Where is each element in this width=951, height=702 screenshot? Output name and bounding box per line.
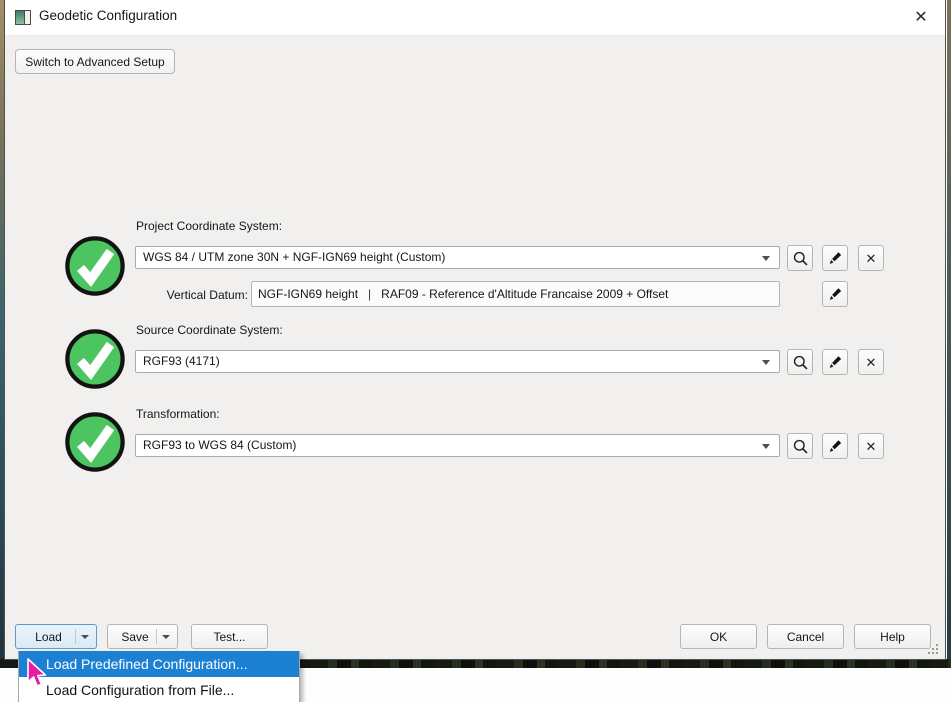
source-crs-edit-button[interactable] bbox=[822, 349, 848, 375]
close-x-icon: ✕ bbox=[866, 356, 877, 369]
switch-to-advanced-setup-button[interactable]: Switch to Advanced Setup bbox=[15, 49, 175, 74]
pen-icon bbox=[826, 437, 844, 455]
load-button-label: Load bbox=[16, 630, 75, 644]
vertical-datum-label: Vertical Datum: bbox=[136, 288, 248, 302]
search-icon bbox=[792, 250, 809, 267]
titlebar[interactable]: Geodetic Configuration ✕ bbox=[5, 0, 945, 36]
project-crs-clear-button[interactable]: ✕ bbox=[858, 245, 884, 271]
load-button[interactable]: Load bbox=[15, 624, 97, 649]
search-icon bbox=[792, 438, 809, 455]
source-crs-status-valid-icon bbox=[64, 328, 126, 390]
transformation-clear-button[interactable]: ✕ bbox=[858, 433, 884, 459]
save-button[interactable]: Save bbox=[107, 624, 178, 649]
menu-item-load-predefined-configuration[interactable]: Load Predefined Configuration... bbox=[19, 651, 299, 677]
cancel-button[interactable]: Cancel bbox=[767, 624, 844, 649]
screenshot: Geodetic Configuration ✕ Switch to Advan… bbox=[0, 0, 951, 702]
project-crs-edit-button[interactable] bbox=[822, 245, 848, 271]
transformation-edit-button[interactable] bbox=[822, 433, 848, 459]
close-x-icon: ✕ bbox=[866, 440, 877, 453]
button-separator bbox=[75, 629, 76, 644]
chevron-down-icon bbox=[162, 635, 170, 639]
transformation-value: RGF93 to WGS 84 (Custom) bbox=[143, 438, 296, 452]
test-button[interactable]: Test... bbox=[191, 624, 268, 649]
transformation-search-button[interactable] bbox=[787, 433, 813, 459]
load-dropdown-menu: Load Predefined Configuration... Load Co… bbox=[18, 651, 300, 702]
source-crs-combobox[interactable]: RGF93 (4171) bbox=[135, 350, 780, 373]
chevron-down-icon bbox=[81, 635, 89, 639]
source-crs-search-button[interactable] bbox=[787, 349, 813, 375]
help-button[interactable]: Help bbox=[854, 624, 931, 649]
geodetic-configuration-dialog: Geodetic Configuration ✕ Switch to Advan… bbox=[4, 0, 946, 660]
project-crs-combobox[interactable]: WGS 84 / UTM zone 30N + NGF-IGN69 height… bbox=[135, 246, 780, 269]
chevron-down-icon bbox=[762, 360, 770, 365]
save-button-label: Save bbox=[108, 630, 156, 644]
project-crs-search-button[interactable] bbox=[787, 245, 813, 271]
transformation-combobox[interactable]: RGF93 to WGS 84 (Custom) bbox=[135, 434, 780, 457]
vertical-datum-edit-button[interactable] bbox=[822, 281, 848, 307]
vertical-datum-secondary: RAF09 - Reference d'Altitude Francaise 2… bbox=[381, 287, 668, 301]
vertical-datum-separator: | bbox=[368, 282, 371, 306]
close-x-icon: ✕ bbox=[866, 252, 877, 265]
project-crs-value: WGS 84 / UTM zone 30N + NGF-IGN69 height… bbox=[143, 250, 445, 264]
vertical-datum-field: NGF-IGN69 height | RAF09 - Reference d'Alt… bbox=[251, 281, 780, 307]
background-window-sliver-right bbox=[947, 0, 951, 660]
project-crs-status-valid-icon bbox=[64, 235, 126, 297]
app-icon bbox=[15, 10, 31, 25]
dialog-title: Geodetic Configuration bbox=[39, 8, 177, 23]
source-crs-clear-button[interactable]: ✕ bbox=[858, 349, 884, 375]
transformation-label: Transformation: bbox=[136, 407, 220, 421]
project-crs-label: Project Coordinate System: bbox=[136, 219, 282, 233]
source-crs-value: RGF93 (4171) bbox=[143, 354, 220, 368]
chevron-down-icon bbox=[762, 444, 770, 449]
chevron-down-icon bbox=[762, 256, 770, 261]
close-icon[interactable]: ✕ bbox=[909, 6, 933, 30]
resize-grip[interactable] bbox=[926, 642, 940, 656]
pen-icon bbox=[826, 285, 844, 303]
button-separator bbox=[156, 629, 157, 644]
ok-button[interactable]: OK bbox=[680, 624, 757, 649]
search-icon bbox=[792, 354, 809, 371]
menu-item-load-configuration-from-file[interactable]: Load Configuration from File... bbox=[19, 677, 299, 702]
pen-icon bbox=[826, 353, 844, 371]
vertical-datum-primary: NGF-IGN69 height bbox=[258, 287, 358, 301]
source-crs-label: Source Coordinate System: bbox=[136, 323, 283, 337]
pen-icon bbox=[826, 249, 844, 267]
mouse-cursor-icon bbox=[26, 658, 50, 690]
transformation-status-valid-icon bbox=[64, 411, 126, 473]
